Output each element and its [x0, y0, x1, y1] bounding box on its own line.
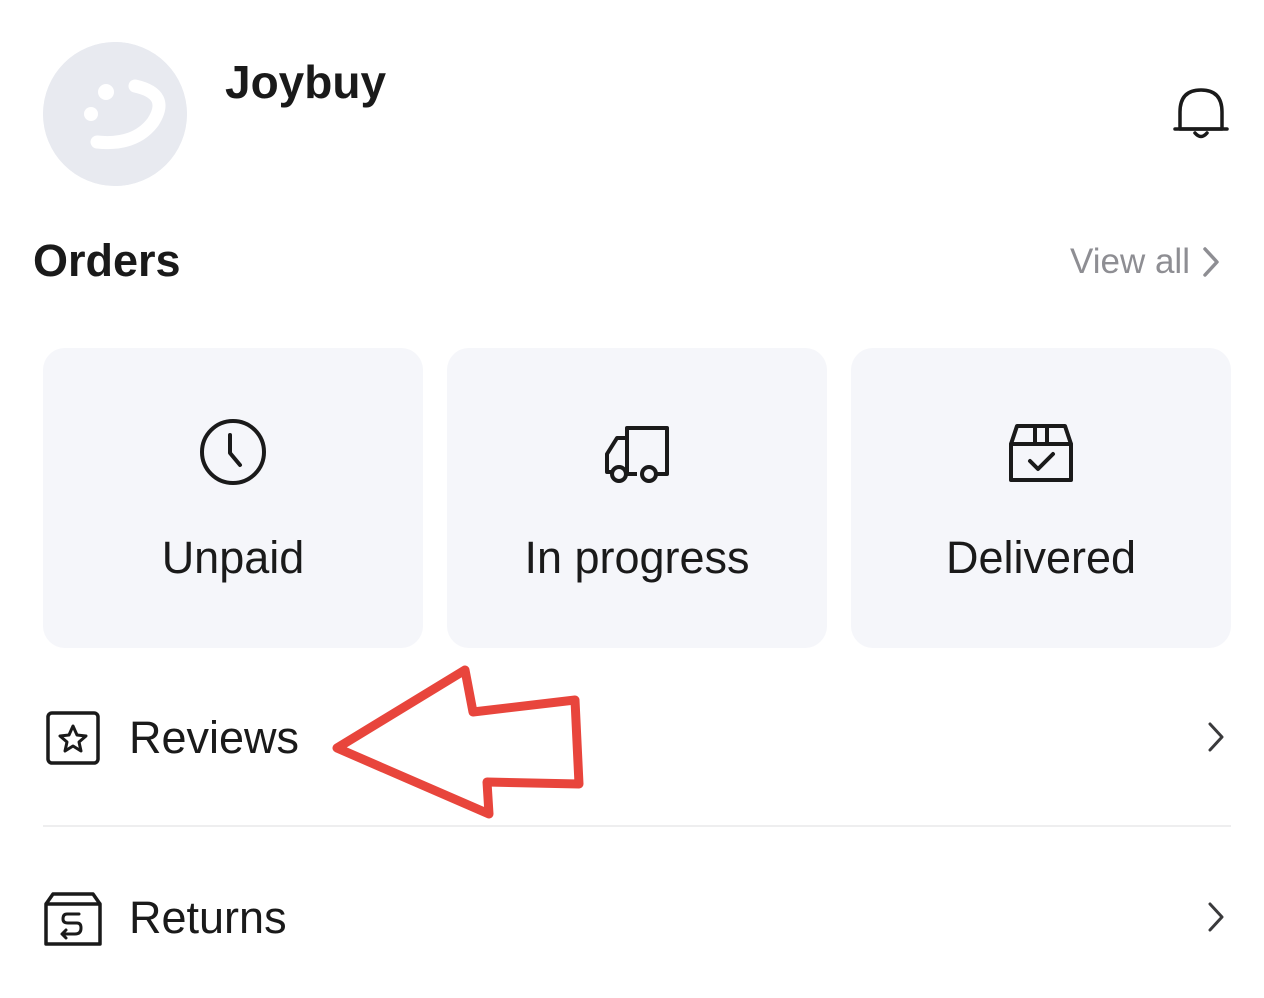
chevron-right-icon: [1203, 247, 1219, 277]
truck-icon: [605, 426, 669, 483]
box-check-icon: [1009, 424, 1073, 482]
returns-label: Returns: [129, 892, 287, 943]
username: Joybuy: [225, 56, 387, 108]
notification-bell-icon[interactable]: [1172, 84, 1230, 144]
account-page: Joybuy Orders View all Unpaid In progres…: [0, 0, 1264, 998]
in-progress-card[interactable]: In progress: [447, 348, 827, 648]
order-status-cards: Unpaid In progress Delivered: [43, 348, 1231, 648]
in-progress-label: In progress: [524, 532, 750, 583]
reviews-row[interactable]: Reviews: [43, 688, 1231, 788]
avatar[interactable]: [43, 42, 187, 186]
chevron-right-icon: [1208, 722, 1224, 752]
unpaid-label: Unpaid: [161, 532, 305, 583]
view-all-label: View all: [1070, 242, 1190, 281]
reviews-label: Reviews: [129, 712, 300, 763]
smiley-icon: [43, 42, 187, 186]
view-all-link[interactable]: View all: [1070, 238, 1222, 286]
returns-row[interactable]: Returns: [43, 868, 1231, 968]
clock-icon: [200, 419, 266, 485]
star-box-icon: [46, 711, 100, 765]
delivered-label: Delivered: [945, 532, 1137, 583]
divider: [43, 825, 1231, 827]
unpaid-card[interactable]: Unpaid: [43, 348, 423, 648]
orders-title: Orders: [33, 235, 181, 286]
chevron-right-icon: [1208, 902, 1224, 932]
return-box-icon: [44, 892, 102, 946]
delivered-card[interactable]: Delivered: [851, 348, 1231, 648]
